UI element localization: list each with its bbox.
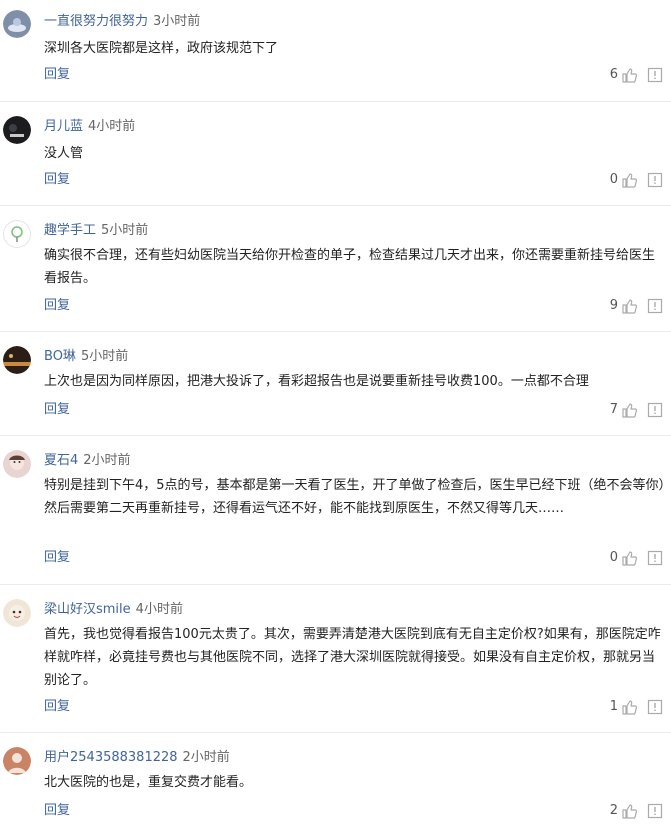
like-count: 9 [609, 298, 618, 313]
timestamp: 3小时前 [153, 14, 201, 29]
comment-item: 月儿蓝 4小时前 没人管 回复 0 [0, 102, 671, 206]
reply-button[interactable]: 回复 [44, 171, 70, 189]
reply-button[interactable]: 回复 [44, 802, 70, 820]
comment-header: 月儿蓝 4小时前 [44, 118, 135, 136]
comment-header: 夏石4 2小时前 [44, 452, 131, 470]
report-icon[interactable] [647, 298, 663, 314]
avatar[interactable] [3, 10, 31, 38]
like-count: 0 [609, 550, 618, 565]
like-button[interactable]: 9 [610, 297, 637, 315]
reply-button[interactable]: 回复 [44, 549, 70, 567]
comment-header: 趣学手工 5小时前 [44, 222, 148, 240]
like-count: 1 [609, 699, 618, 714]
report-icon[interactable] [647, 402, 663, 418]
timestamp: 2小时前 [83, 453, 131, 468]
report-icon[interactable] [647, 67, 663, 83]
username[interactable]: 用户2543588381228 [44, 750, 178, 765]
comment-text: 特别是挂到下午4，5点的号，基本都是第一天看了医生，开了单做了检查后，医生早已经… [44, 478, 666, 516]
timestamp: 5小时前 [80, 349, 129, 364]
avatar[interactable] [3, 346, 31, 374]
thumbs-up-icon [622, 551, 637, 566]
avatar[interactable] [3, 747, 31, 775]
thumbs-up-icon [622, 173, 637, 188]
timestamp: 2小时前 [182, 750, 230, 765]
comment-text: 确实很不合理，还有些妇幼医院当天给你开检查的单子，检查结果过几天才出来，你还需要… [44, 248, 656, 286]
comment-text: 深圳各大医院都是这样，政府该规范下了 [44, 41, 279, 56]
username[interactable]: 趣学手工 [44, 223, 96, 238]
comment-header: BO琳 5小时前 [44, 348, 128, 366]
like-button[interactable]: 2 [610, 802, 637, 820]
like-button[interactable]: 0 [610, 171, 637, 189]
comment-item: 趣学手工 5小时前 确实很不合理，还有些妇幼医院当天给你开检查的单子，检查结果过几… [0, 206, 671, 332]
timestamp: 5小时前 [101, 223, 149, 238]
report-icon[interactable] [647, 172, 663, 188]
comment-text: 北大医院的也是，重复交费才能看。 [44, 775, 253, 790]
username[interactable]: 梁山好汉smile [44, 602, 131, 617]
like-count: 0 [609, 172, 618, 187]
avatar[interactable] [3, 220, 31, 248]
comment-header: 一直很努力很努力 3小时前 [44, 13, 200, 31]
comment-text: 上次也是因为同样原因，把港大投诉了，看彩超报告也是说要重新挂号收费100。一点都… [44, 374, 589, 389]
like-count: 6 [609, 67, 618, 82]
reply-button[interactable]: 回复 [44, 401, 70, 419]
comment-header: 梁山好汉smile 4小时前 [44, 601, 183, 619]
comment-item: 用户2543588381228 2小时前 北大医院的也是，重复交费才能看。 回复 … [0, 733, 671, 822]
username[interactable]: BO琳 [44, 349, 76, 364]
thumbs-up-icon [622, 403, 637, 418]
reply-button[interactable]: 回复 [44, 698, 70, 716]
like-button[interactable]: 6 [610, 66, 637, 84]
username[interactable]: 一直很努力很努力 [44, 14, 148, 29]
report-icon[interactable] [647, 699, 663, 715]
like-count: 7 [609, 402, 618, 417]
comment-item: 梁山好汉smile 4小时前 首先，我也觉得看报告100元太贵了。其次，需要弄清楚… [0, 585, 671, 733]
thumbs-up-icon [622, 68, 637, 83]
comment-text: 首先，我也觉得看报告100元太贵了。其次，需要弄清楚港大医院到底有无自主定价权?… [44, 627, 661, 688]
report-icon[interactable] [647, 803, 663, 819]
like-count: 2 [609, 803, 618, 818]
comment-text: 没人管 [44, 146, 84, 161]
username[interactable]: 月儿蓝 [44, 119, 83, 134]
avatar[interactable] [3, 450, 31, 478]
comment-list: 一直很努力很努力 3小时前 深圳各大医院都是这样，政府该规范下了 回复 6 月儿蓝… [0, 0, 671, 822]
comment-item: 一直很努力很努力 3小时前 深圳各大医院都是这样，政府该规范下了 回复 6 [0, 0, 671, 102]
username[interactable]: 夏石4 [44, 453, 78, 468]
report-icon[interactable] [647, 550, 663, 566]
like-button[interactable]: 7 [610, 401, 637, 419]
comment-item: BO琳 5小时前 上次也是因为同样原因，把港大投诉了，看彩超报告也是说要重新挂号收… [0, 332, 671, 436]
comment-item: 夏石4 2小时前 特别是挂到下午4，5点的号，基本都是第一天看了医生，开了单做了检… [0, 436, 671, 585]
reply-button[interactable]: 回复 [44, 297, 70, 315]
like-button[interactable]: 1 [610, 698, 637, 716]
thumbs-up-icon [622, 804, 637, 819]
timestamp: 4小时前 [88, 119, 136, 134]
avatar[interactable] [3, 599, 31, 627]
comment-header: 用户2543588381228 2小时前 [44, 749, 230, 767]
thumbs-up-icon [622, 299, 637, 314]
reply-button[interactable]: 回复 [44, 66, 70, 84]
thumbs-up-icon [622, 700, 637, 715]
like-button[interactable]: 0 [610, 549, 637, 567]
avatar[interactable] [3, 116, 31, 144]
timestamp: 4小时前 [135, 602, 183, 617]
